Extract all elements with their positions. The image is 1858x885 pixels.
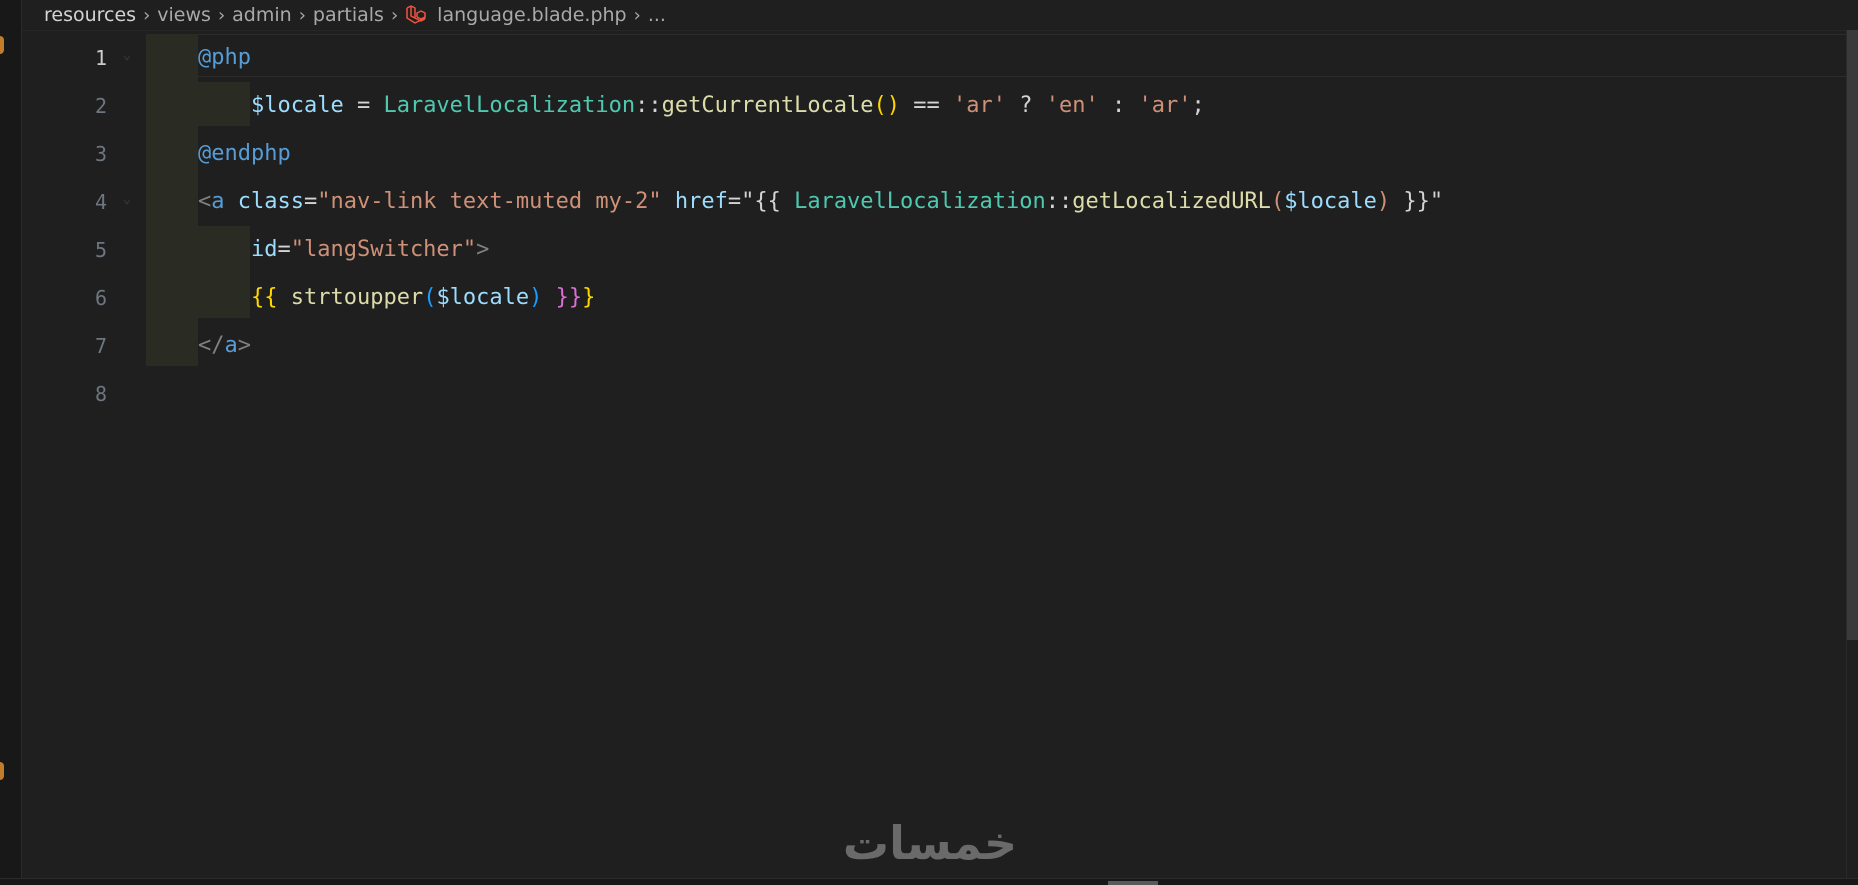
code-token: @php	[198, 45, 251, 70]
code-token: )	[1376, 189, 1391, 214]
code-token: "langSwitcher"	[290, 237, 477, 262]
code-token: ==	[900, 93, 954, 118]
watermark-text: خمسات	[843, 816, 1017, 869]
laravel-icon	[406, 5, 426, 24]
panel-resize-handle[interactable]	[1108, 881, 1158, 885]
fold-chevron-icon[interactable]: ⌄	[123, 192, 131, 207]
code-token: ()	[873, 93, 901, 118]
line-number[interactable]: 1	[21, 34, 131, 82]
code-token: ;	[1191, 93, 1205, 118]
code-token: }	[582, 285, 596, 310]
chevron-right-icon: ›	[217, 4, 226, 26]
code-token: ?	[1006, 93, 1046, 118]
code-token: LaravelLocalization	[794, 189, 1046, 214]
code-editor[interactable]: resources › views › admin › partials › l…	[0, 0, 1858, 885]
line-number[interactable]: 6	[21, 274, 131, 322]
code-token: <	[198, 189, 212, 214]
code-token: (	[423, 285, 437, 310]
code-area[interactable]: @php $locale = LaravelLocalization::getC…	[198, 34, 1443, 418]
code-token: =	[343, 93, 384, 118]
code-token: ::	[635, 93, 662, 118]
scrollbar-thumb[interactable]	[1847, 30, 1858, 640]
code-token: </	[198, 333, 225, 358]
code-token: ="{{	[727, 189, 795, 214]
fold-chevron-icon[interactable]: ⌄	[123, 48, 131, 63]
code-token: strtoupper	[290, 285, 424, 310]
breadcrumb-item-views[interactable]: views	[157, 4, 211, 26]
code-token: $locale	[1284, 189, 1377, 214]
code-line[interactable]: <a class="nav-link text-muted my-2" href…	[198, 178, 1443, 226]
code-token: href	[674, 189, 728, 214]
breadcrumb: resources › views › admin › partials › l…	[44, 0, 666, 30]
code-line[interactable]: {{ strtoupper($locale) }}}	[198, 274, 1443, 322]
breadcrumb-more[interactable]: ...	[648, 4, 666, 26]
breadcrumb-file-name[interactable]: language.blade.php	[437, 4, 626, 26]
code-token: 'ar'	[953, 93, 1007, 118]
activity-bar-edge	[0, 0, 22, 885]
chevron-right-icon: ›	[143, 4, 151, 26]
code-token: $locale	[436, 285, 530, 310]
activity-indicator	[0, 762, 4, 780]
line-number[interactable]: 2	[21, 82, 131, 130]
code-line[interactable]: @php	[198, 34, 1443, 82]
line-number[interactable]: 8	[21, 370, 131, 418]
code-token: class	[237, 189, 304, 214]
code-token: )	[529, 285, 543, 310]
line-number[interactable]: 3	[21, 130, 131, 178]
code-token: 'en'	[1045, 93, 1099, 118]
breadcrumb-divider	[21, 30, 1858, 31]
code-line[interactable]: </a>	[198, 322, 1443, 370]
code-token: $locale	[250, 93, 344, 118]
breadcrumb-item-resources[interactable]: resources	[44, 4, 136, 26]
code-token: getLocalizedURL	[1072, 189, 1271, 214]
khamsat-watermark-logo: خمسات	[843, 816, 1017, 869]
code-line[interactable]: id="langSwitcher">	[198, 226, 1443, 274]
chevron-right-icon: ›	[298, 4, 306, 26]
breadcrumb-item-admin[interactable]: admin	[232, 4, 292, 26]
code-token: =	[277, 237, 291, 262]
code-token: "nav-link text-muted my-2"	[317, 189, 662, 214]
code-token: @endphp	[198, 141, 291, 166]
code-token: 'ar'	[1138, 93, 1192, 118]
indent-guide	[146, 34, 198, 366]
code-token: >	[476, 237, 490, 262]
line-number-gutter[interactable]: 12345678	[21, 34, 131, 418]
code-token: =	[303, 189, 318, 214]
code-token: :	[1098, 93, 1139, 118]
code-line[interactable]: $locale = LaravelLocalization::getCurren…	[198, 82, 1443, 130]
line-number[interactable]: 7	[21, 322, 131, 370]
code-token: a	[224, 333, 238, 358]
code-token: {{	[250, 285, 278, 310]
chevron-right-icon: ›	[633, 4, 641, 26]
code-token: >	[237, 333, 251, 358]
code-token: a	[211, 189, 225, 214]
code-token: id	[250, 237, 278, 262]
breadcrumb-item-partials[interactable]: partials	[313, 4, 384, 26]
panel-border	[0, 878, 1858, 885]
code-token: LaravelLocalization	[383, 93, 636, 118]
code-token: }}	[555, 285, 583, 310]
code-token: getCurrentLocale	[661, 93, 874, 118]
chevron-right-icon: ›	[390, 4, 399, 26]
code-line[interactable]: @endphp	[198, 130, 1443, 178]
code-token: }}"	[1390, 189, 1444, 214]
line-number[interactable]: 5	[21, 226, 131, 274]
code-token: (	[1270, 189, 1285, 214]
code-token: ::	[1045, 189, 1073, 214]
line-number[interactable]: 4	[21, 178, 131, 226]
activity-indicator	[0, 36, 4, 54]
code-line[interactable]	[198, 370, 1443, 418]
